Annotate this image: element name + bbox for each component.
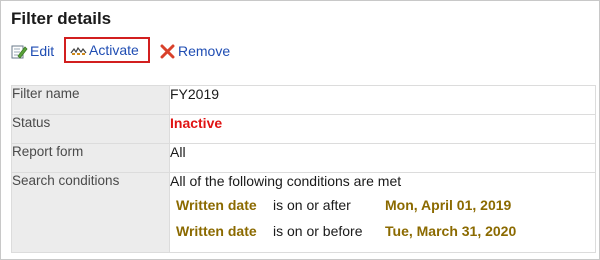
filter-name-label: Filter name	[11, 85, 170, 115]
table-row: Search conditions All of the following c…	[11, 172, 596, 253]
condition-operator: is on or before	[273, 223, 363, 239]
report-form-label: Report form	[11, 143, 170, 173]
page-title: Filter details	[11, 9, 112, 28]
status-badge: Inactive	[170, 115, 223, 131]
activate-button[interactable]: Activate	[64, 37, 150, 63]
details-table: Filter name FY2019 Status Inactive Repor…	[11, 85, 596, 253]
activate-label: Activate	[89, 42, 139, 58]
status-label: Status	[11, 114, 170, 144]
conditions-summary: All of the following conditions are met	[170, 173, 402, 189]
condition-field: Written date	[176, 197, 257, 213]
edit-icon	[11, 44, 28, 59]
condition-date: Tue, March 31, 2020	[385, 223, 517, 239]
report-form-value: All	[169, 143, 596, 173]
table-row: Filter name FY2019	[11, 85, 596, 115]
edit-button[interactable]: Edit	[11, 40, 54, 62]
status-cell: Inactive	[169, 114, 596, 144]
remove-label: Remove	[178, 43, 231, 59]
condition-row: Written date is on or before Tue, March …	[176, 223, 595, 245]
filter-name-value: FY2019	[169, 85, 596, 115]
edit-label: Edit	[30, 43, 55, 59]
remove-icon	[159, 44, 176, 59]
condition-field: Written date	[176, 223, 257, 239]
table-row: Status Inactive	[11, 114, 596, 144]
condition-operator: is on or after	[273, 197, 351, 213]
activate-icon	[70, 43, 87, 58]
search-conditions-cell: All of the following conditions are met …	[169, 172, 596, 253]
remove-button[interactable]: Remove	[159, 40, 230, 62]
table-row: Report form All	[11, 143, 596, 173]
search-conditions-label: Search conditions	[11, 172, 170, 253]
condition-date: Mon, April 01, 2019	[385, 197, 512, 213]
condition-row: Written date is on or after Mon, April 0…	[176, 197, 595, 219]
